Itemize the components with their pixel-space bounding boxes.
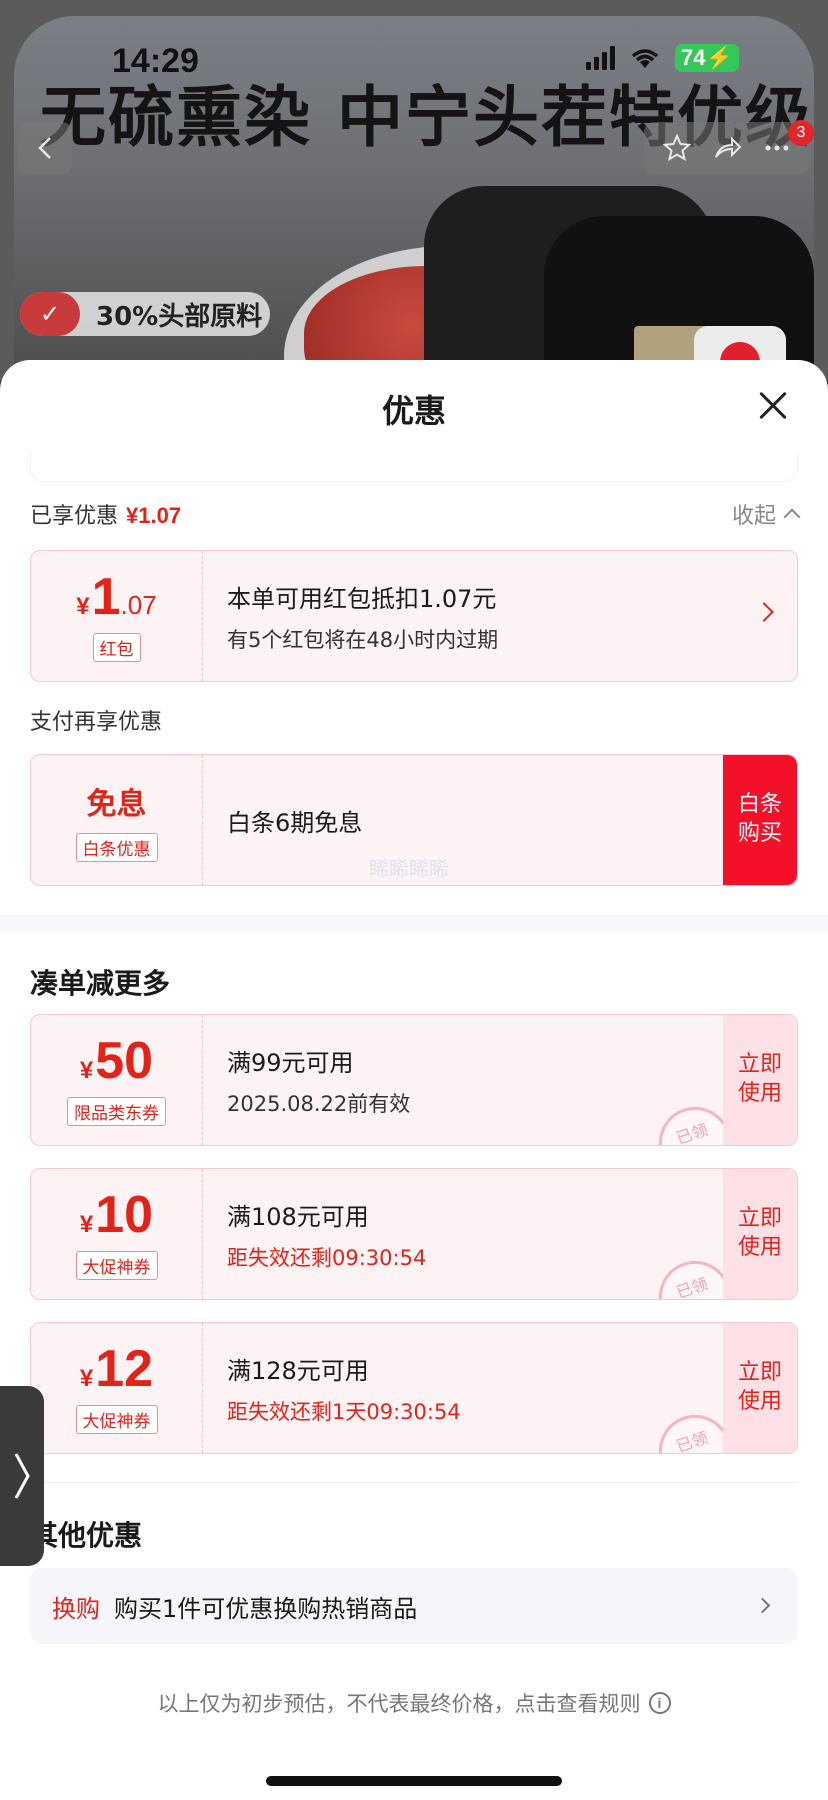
coupon-type-tag: 大促神券 [75, 1250, 158, 1280]
rules-footnote[interactable]: 以上仅为初步预估，不代表最终价格，点击查看规则 i [0, 1688, 828, 1718]
info-icon: i [648, 1692, 671, 1714]
notification-badge: 3 [788, 120, 814, 146]
close-icon[interactable] [758, 390, 788, 420]
coupon-validity-text: 2025.08.22前有效 [227, 1091, 411, 1116]
sheet-header: 优惠 [0, 360, 828, 456]
home-indicator [266, 1776, 562, 1786]
other-section-title: 其他优惠 [30, 1519, 143, 1552]
chevron-right-icon [754, 602, 774, 622]
wifi-icon [631, 49, 659, 68]
back-arrow-icon [38, 137, 51, 159]
top-actions [644, 122, 810, 174]
coupon-main-text: 满99元可用 [227, 1048, 354, 1077]
more-icon[interactable] [762, 133, 792, 163]
charging-icon: ⚡ [705, 45, 733, 70]
coupon-main-text: 满128元可用 [227, 1356, 369, 1385]
status-icons: 74⚡ [586, 44, 739, 72]
coupon-validity-text: 距失效还剩09:30:54 [227, 1245, 427, 1270]
coupon-info: 满108元可用距失效还剩09:30:54 [227, 1169, 426, 1299]
share-icon[interactable] [712, 133, 742, 163]
coupon-card: ¥50 限品类东券 满99元可用 2025.08.22前有效 已领 立即 使用 [30, 1014, 798, 1146]
enjoyed-label: 已享优惠 [30, 504, 119, 529]
pay-section-label: 支付再享优惠 [30, 710, 163, 735]
coupon-value: ¥12 大促神券 [31, 1323, 203, 1453]
coupon-info: 本单可用红包抵扣1.07元 有5个红包将在48小时内过期 [227, 551, 498, 681]
coupon-price: ¥50 [79, 1031, 154, 1090]
trade-in-tag: 换购 [52, 1594, 100, 1623]
sheet-title: 优惠 [381, 392, 446, 430]
star-icon[interactable] [662, 133, 692, 163]
back-button[interactable] [18, 122, 72, 174]
coupon-card: ¥12 大促神券 满128元可用 距失效还剩1天09:30:54 已领 立即 使用 [30, 1322, 798, 1454]
coupon-info: 白条6期免息 [227, 755, 362, 885]
footnote-text: 以上仅为初步预估，不代表最终价格，点击查看规则 [157, 1692, 641, 1716]
coupon-value: ¥10 大促神券 [31, 1169, 203, 1299]
collapsed-card-edge [30, 452, 798, 482]
use-now-button[interactable]: 立即 使用 [723, 1323, 797, 1453]
baitiao-card: 免息 白条优惠 白条6期免息 睎睎睎睎 白条 购买 [30, 754, 798, 886]
chevron-right-icon [754, 1597, 771, 1614]
check-icon: ✓ [20, 292, 80, 336]
coupon-info: 满128元可用距失效还剩1天09:30:54 [227, 1323, 461, 1453]
signal-icon [586, 46, 615, 70]
section-separator [0, 915, 828, 931]
coupon-card: ¥10 大促神券 满108元可用 距失效还剩09:30:54 已领 立即 使用 [30, 1168, 798, 1300]
enjoyed-amount: ¥1.07 [126, 503, 182, 528]
collapse-button[interactable]: 收起 [731, 498, 801, 530]
trade-in-row[interactable]: 换购 购买1件可优惠换购热销商品 [30, 1568, 798, 1644]
background-product-page: 无硫熏染 中宁头茬特优级 14:29 74⚡ 3 ✓ 30%头部原料 [0, 0, 828, 380]
coupon-type-tag: 大促神券 [75, 1404, 158, 1434]
coupon-sub-text: 有5个红包将在48小时内过期 [227, 627, 499, 652]
red-packet-card[interactable]: ¥ 1 .07 红包 本单可用红包抵扣1.07元 有5个红包将在48小时内过期 [30, 550, 798, 682]
battery-indicator: 74⚡ [675, 44, 739, 72]
coupon-price: ¥ 1 .07 [76, 567, 157, 626]
coupon-main-text: 满108元可用 [227, 1202, 369, 1231]
coupon-value: 免息 白条优惠 [31, 755, 203, 885]
status-time: 14:29 [112, 42, 199, 80]
feature-pill: ✓ 30%头部原料 [20, 292, 270, 336]
baitiao-title: 免息 [86, 786, 147, 822]
coupon-info: 满99元可用 2025.08.22前有效 [227, 1015, 410, 1145]
feature-label: 30%头部原料 [96, 301, 263, 332]
coupon-type-tag: 限品类东券 [67, 1096, 166, 1126]
collapse-label: 收起 [731, 504, 776, 529]
coupon-type-tag: 白条优惠 [75, 832, 158, 862]
chevron-up-icon [783, 508, 801, 526]
use-now-button[interactable]: 立即 使用 [723, 1015, 797, 1145]
trade-in-text: 购买1件可优惠换购热销商品 [114, 1594, 418, 1623]
baitiao-buy-button[interactable]: 白条 购买 [723, 755, 797, 885]
coupon-validity-text: 距失效还剩1天09:30:54 [227, 1399, 461, 1424]
use-now-button[interactable]: 立即 使用 [723, 1169, 797, 1299]
coupon-price: ¥10 [79, 1185, 154, 1244]
side-drawer-handle[interactable] [0, 1386, 44, 1566]
discount-sheet: 优惠 已享优惠 ¥1.07 收起 ¥ 1 .07 红包 本单可用红包抵扣1.07… [0, 360, 828, 1800]
coupon-value: ¥50 限品类东券 [31, 1015, 203, 1145]
coupon-value: ¥ 1 .07 红包 [31, 551, 203, 681]
coupon-main-text: 本单可用红包抵扣1.07元 [227, 584, 497, 613]
coupon-type-tag: 红包 [92, 632, 141, 662]
coupon-main-text: 白条6期免息 [227, 808, 363, 837]
coupon-price: ¥12 [79, 1339, 154, 1398]
enjoyed-row: 已享优惠 ¥1.07 收起 [30, 498, 801, 530]
chevron-right-icon [14, 1453, 30, 1499]
divider [30, 1482, 798, 1483]
more-section-title: 凑单减更多 [30, 967, 171, 1000]
watermark-text: 睎睎睎睎 [369, 857, 449, 881]
